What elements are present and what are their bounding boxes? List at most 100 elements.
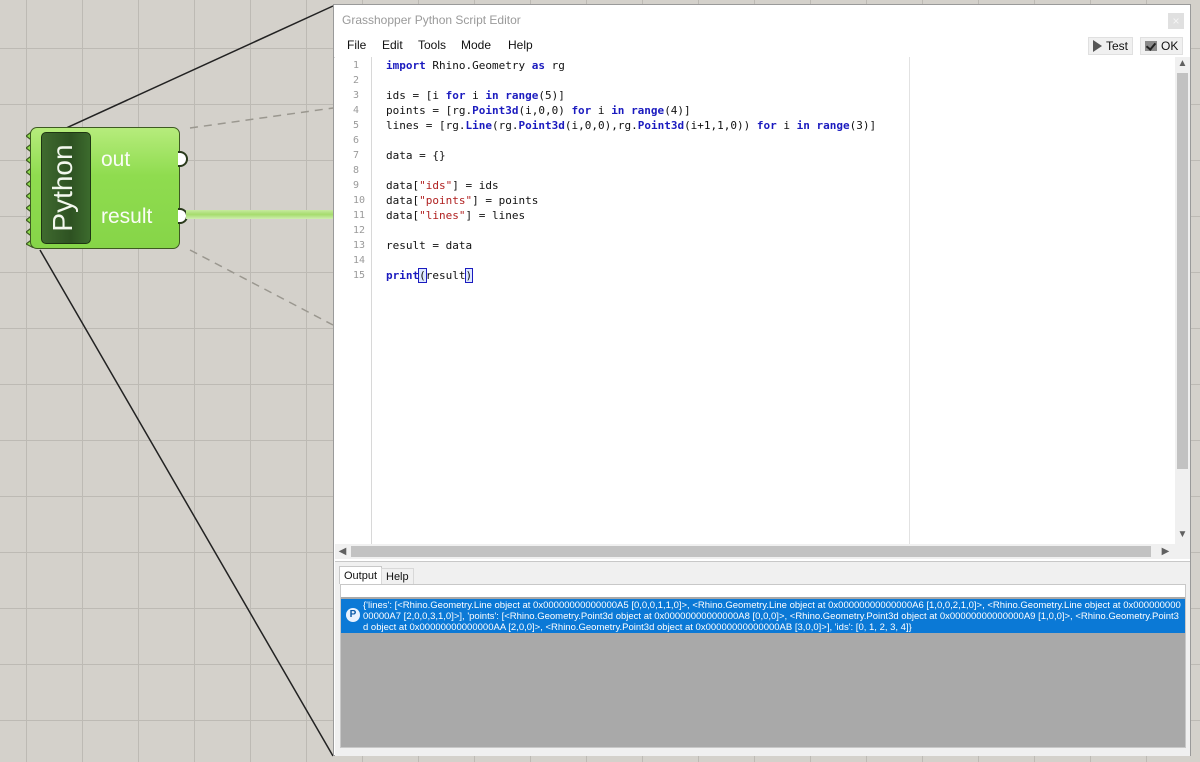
ok-button-label: OK [1161,39,1179,53]
line-number: 10 [353,195,366,206]
code-token: in [485,89,499,102]
code-token: result = data [386,239,473,252]
menu-file[interactable]: File [347,38,366,52]
code-line[interactable]: data["points"] = points [386,194,538,207]
code-token: ] = lines [465,209,526,222]
menu-tools[interactable]: Tools [418,38,446,52]
scroll-up-icon[interactable]: ▲ [1175,58,1190,69]
code-token: in [796,119,810,132]
code-editor[interactable]: 1 2 3 4 5 6 7 8 9 10 11 12 13 14 15 import Rhino.Geome… [335,57,1190,544]
line-number: 8 [353,165,360,176]
code-token: "points" [419,194,473,207]
ok-button[interactable]: OK [1140,37,1184,55]
tab-help[interactable]: Help [381,568,414,584]
code-token: data = {} [386,149,446,162]
code-token: Rhino.Geometry [425,59,532,72]
code-line[interactable]: result = data [386,239,472,252]
code-line[interactable]: data["ids"] = ids [386,179,499,192]
code-token: "lines" [419,209,466,222]
code-token: Point3d [472,104,519,117]
code-token: in [611,104,625,117]
code-token: data[ [386,209,420,222]
line-number: 1 [353,60,360,71]
code-token: "ids" [419,179,453,192]
title-bar[interactable]: Grasshopper Python Script Editor × [334,5,1190,33]
play-icon [1093,40,1102,52]
menu-edit[interactable]: Edit [382,38,403,52]
line-number: 14 [353,255,366,266]
vertical-scrollbar[interactable]: ▲ ▼ [1175,57,1190,544]
result-wire[interactable] [186,210,336,219]
horizontal-scroll-thumb[interactable] [351,546,1151,557]
horizontal-scrollbar[interactable]: ◀ ▶ [335,544,1190,559]
python-component[interactable]: Python out result [30,127,180,249]
vertical-scroll-thumb[interactable] [1177,73,1188,469]
code-token: i [776,119,797,132]
code-token: lines = [rg. [386,119,466,132]
code-token: for [445,89,466,102]
code-token: ) [464,268,474,283]
code-token: data[ [386,194,420,207]
window-title: Grasshopper Python Script Editor [342,13,521,27]
line-number: 4 [353,105,360,116]
python-icon: P [346,608,360,622]
test-button-label: Test [1106,39,1129,53]
code-token: data[ [386,179,420,192]
code-token: i [591,104,612,117]
code-token: (i,0,0),rg. [564,119,638,132]
line-number: 9 [353,180,360,191]
output-area: Output Help P {'lines': [<Rhino.Geometry… [335,561,1190,756]
code-line[interactable]: import Rhino.Geometry as rg [386,59,565,72]
tab-output[interactable]: Output [339,566,383,584]
code-token: range [631,104,665,117]
menu-bar: File Edit Tools Mode Help Test OK [334,35,1190,58]
code-token: import [386,59,426,72]
test-button[interactable]: Test [1088,37,1134,55]
output-list[interactable]: P {'lines': [<Rhino.Geometry.Line object… [340,584,1186,748]
code-token: ids = [i [386,89,446,102]
menu-help[interactable]: Help [508,38,533,52]
output-param-out[interactable]: out [101,148,130,172]
code-token: (rg. [491,119,519,132]
checkmark-icon [1145,41,1157,51]
code-token: (5)] [538,89,565,102]
code-line[interactable]: data = {} [386,149,446,162]
code-line[interactable]: points = [rg.Point3d(i,0,0) for i in ran… [386,104,691,117]
output-text: {'lines': [<Rhino.Geometry.Line object a… [363,600,1181,633]
code-token: rg [544,59,565,72]
close-button[interactable]: × [1168,13,1184,29]
output-row[interactable]: P {'lines': [<Rhino.Geometry.Line object… [341,599,1185,633]
output-param-result[interactable]: result [101,205,152,229]
code-token: for [571,104,592,117]
menu-mode[interactable]: Mode [461,38,491,52]
code-line[interactable]: print(result) [386,268,474,283]
scroll-left-icon[interactable]: ◀ [335,546,350,557]
code-token: (i+1,1,0)) [684,119,757,132]
scroll-down-icon[interactable]: ▼ [1175,529,1190,540]
output-list-header [341,585,1185,597]
code-token: result [425,269,466,282]
code-token: range [816,119,850,132]
component-name: Python [47,144,78,232]
scroll-right-icon[interactable]: ▶ [1158,546,1173,557]
code-line[interactable]: lines = [rg.Line(rg.Point3d(i,0,0),rg.Po… [386,119,876,132]
code-token: (3)] [849,119,877,132]
line-number: 13 [353,240,366,251]
code-token: as [531,59,545,72]
column-guide [909,57,910,544]
code-line[interactable]: data["lines"] = lines [386,209,525,222]
code-token: Point3d [518,119,565,132]
component-name-panel: Python [41,132,91,244]
code-token: for [756,119,777,132]
line-number: 7 [353,150,360,161]
code-token: ] = points [472,194,539,207]
code-token: (4)] [664,104,691,117]
code-token: ] = ids [452,179,499,192]
code-token: print [386,269,420,282]
line-number: 11 [353,210,366,221]
line-number: 3 [353,90,360,101]
code-line[interactable]: ids = [i for i in range(5)] [386,89,565,102]
line-number: 12 [353,225,366,236]
line-number: 5 [353,120,360,131]
